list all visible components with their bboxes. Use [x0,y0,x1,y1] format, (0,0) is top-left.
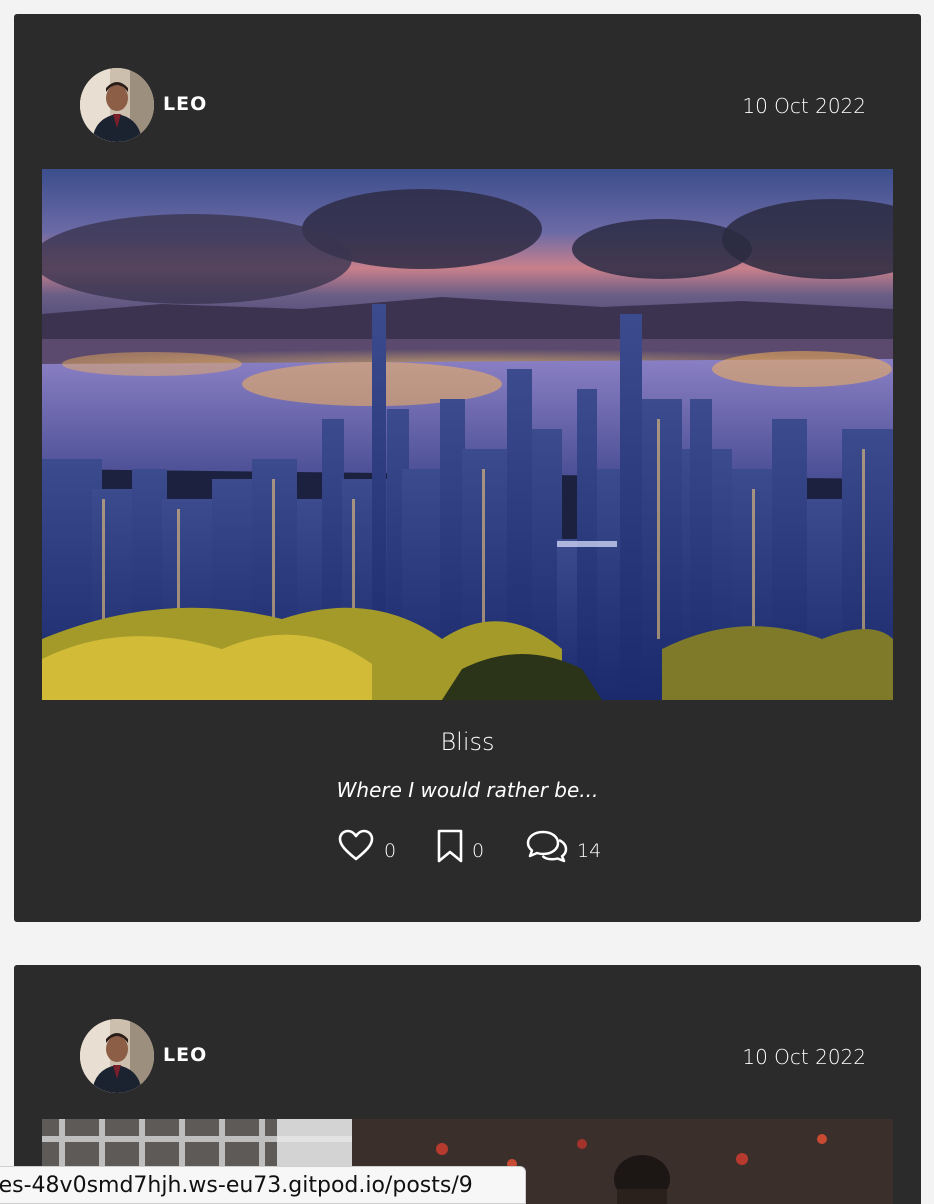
status-bar-url: tes-48v0smd7hjh.ws-eu73.gitpod.io/posts/… [0,1166,526,1204]
author-avatar[interactable] [80,1019,154,1093]
bookmark-count: 0 [472,840,485,862]
bookmark-button[interactable]: 0 [436,829,491,869]
like-button[interactable]: 0 [338,829,398,869]
post-header: LEO 10 Oct 2022 [14,14,921,169]
post-date: 10 Oct 2022 [742,1045,866,1069]
post-feed: LEO 10 Oct 2022 Bliss Where I would rath… [0,0,934,1204]
bookmark-icon [437,829,463,863]
author-name[interactable]: LEO [163,93,207,115]
heart-icon [338,829,374,861]
author-name[interactable]: LEO [163,1044,207,1066]
comments-button[interactable]: 14 [526,829,606,869]
post-excerpt: Where I would rather be... [336,778,599,802]
comments-icon [526,830,568,863]
like-count: 0 [384,840,397,862]
author-avatar[interactable] [80,68,154,142]
comments-count: 14 [577,840,602,862]
post-image[interactable] [42,169,893,700]
post-title[interactable]: Bliss [14,728,921,756]
post-date: 10 Oct 2022 [742,94,866,118]
post-actions: 0 0 14 [338,829,638,869]
post-card: LEO 10 Oct 2022 [14,14,921,922]
post-header: LEO 10 Oct 2022 [14,965,921,1120]
